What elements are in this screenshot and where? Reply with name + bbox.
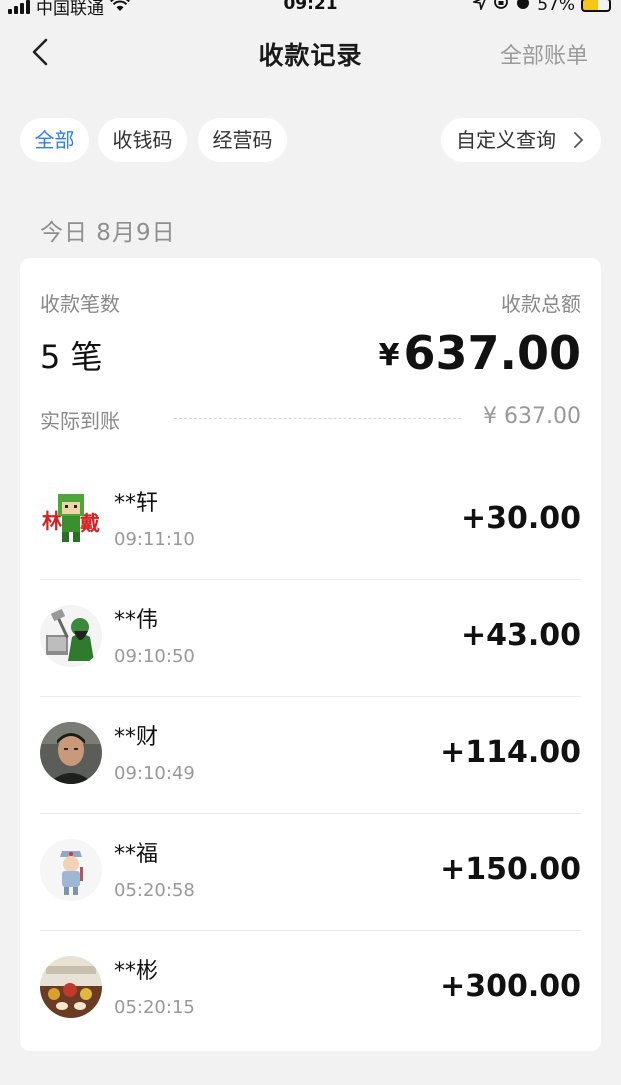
payment-time: 05:20:58	[114, 880, 195, 901]
count-label: 收款笔数	[40, 292, 120, 316]
payment-amount: +150.00	[440, 852, 581, 887]
total-amount: 637.00	[403, 326, 581, 380]
payer-name: **伟	[114, 608, 159, 633]
status-right: 57%	[471, 0, 611, 15]
cartoon-warrior-avatar	[40, 605, 102, 667]
alarm-icon	[515, 0, 531, 15]
chevron-right-icon	[571, 118, 585, 177]
custom-query-label: 自定义查询	[456, 128, 556, 152]
status-bar: 中国联通 09:21 57%	[0, 0, 621, 19]
filter-bar: 全部 收钱码 经营码 自定义查询	[20, 118, 601, 164]
transaction-list: 林 戴 **轩 09:11:10 +30.00 **伟 09:10:50 +43…	[40, 463, 581, 1048]
payment-amount: +300.00	[440, 969, 581, 1004]
payment-amount: +30.00	[460, 501, 581, 536]
battery-icon	[581, 0, 611, 12]
payment-amount: +43.00	[460, 618, 581, 653]
soldier-cartoon-avatar	[40, 839, 102, 901]
transaction-row[interactable]: **彬 05:20:15 +300.00	[40, 931, 581, 1048]
payer-name: **彬	[114, 959, 159, 984]
pixel-character-avatar: 林 戴	[40, 488, 102, 550]
battery-percent: 57%	[537, 0, 575, 15]
payment-time: 09:10:49	[114, 763, 195, 784]
person-photo-avatar	[40, 722, 102, 784]
actual-received-value: ¥ 637.00	[483, 404, 581, 429]
payer-name: **轩	[114, 491, 159, 516]
filter-chip-business-code[interactable]: 经营码	[198, 118, 287, 162]
total-label: 收款总额	[501, 292, 581, 316]
payer-name: **福	[114, 842, 159, 867]
transaction-row[interactable]: **福 05:20:58 +150.00	[40, 814, 581, 931]
date-label: 今日 8月9日	[40, 220, 176, 246]
payer-name: **财	[114, 725, 159, 750]
payment-time: 09:11:10	[114, 529, 195, 550]
count-number: 5	[40, 338, 61, 376]
transaction-row[interactable]: **伟 09:10:50 +43.00	[40, 580, 581, 697]
filter-chip-all[interactable]: 全部	[20, 118, 89, 162]
custom-query-button[interactable]: 自定义查询	[441, 118, 601, 162]
tea-set-photo-avatar	[40, 956, 102, 1018]
header: 收款记录 全部账单	[0, 28, 621, 78]
count-unit: 笔	[70, 338, 103, 376]
all-bills-link[interactable]: 全部账单	[500, 38, 588, 70]
count-value: 5 笔	[40, 332, 103, 378]
currency-symbol: ¥	[378, 338, 400, 373]
filter-chip-qr-code[interactable]: 收钱码	[98, 118, 187, 162]
location-icon	[471, 0, 487, 15]
transaction-row[interactable]: 林 戴 **轩 09:11:10 +30.00	[40, 463, 581, 580]
transaction-row[interactable]: **财 09:10:49 +114.00	[40, 697, 581, 814]
total-value: ¥637.00	[379, 326, 581, 380]
actual-received-label: 实际到账	[40, 409, 120, 433]
records-card: 收款笔数 收款总额 5 笔 ¥637.00 实际到账 ¥ 637.00 林 戴	[20, 258, 601, 1051]
rotation-lock-icon	[493, 0, 509, 15]
payment-amount: +114.00	[440, 735, 581, 770]
payment-time: 09:10:50	[114, 646, 195, 667]
dashed-divider	[174, 418, 461, 419]
payment-time: 05:20:15	[114, 997, 195, 1018]
